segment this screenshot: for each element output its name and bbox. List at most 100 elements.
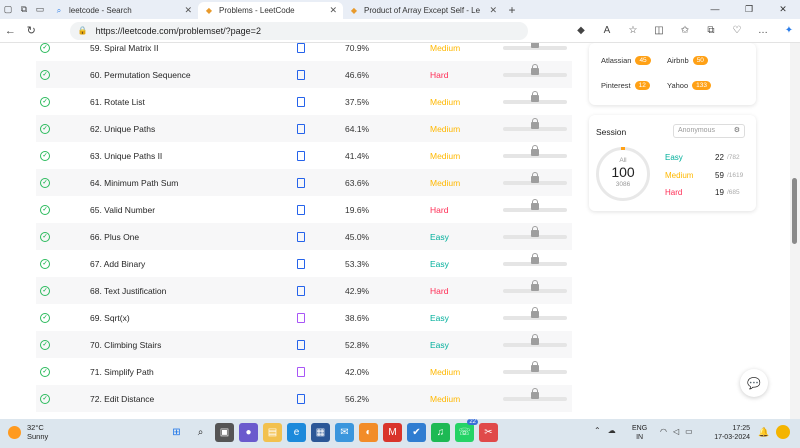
browser-essentials-icon[interactable]: ♡ (726, 25, 748, 36)
solution-article-icon[interactable] (297, 123, 305, 134)
problem-row[interactable]: ✓ 68. Text Justification 42.9% Hard (36, 277, 572, 304)
snipping-tool-icon[interactable]: ✂ (479, 423, 498, 442)
company-tag[interactable]: Pinterest 12 (601, 81, 650, 90)
problem-row[interactable]: ✓ 64. Minimum Path Sum 63.6% Medium (36, 169, 572, 196)
gear-icon[interactable]: ⚙ (734, 125, 740, 137)
vpn-icon[interactable]: ◐ (359, 423, 378, 442)
solution-article-icon[interactable] (297, 393, 305, 404)
problem-row[interactable]: ✓ 63. Unique Paths II 41.4% Medium (36, 142, 572, 169)
problem-row[interactable]: ✓ 67. Add Binary 53.3% Easy (36, 250, 572, 277)
problem-row[interactable]: ✓ 70. Climbing Stairs 52.8% Easy (36, 331, 572, 358)
solution-article-icon[interactable] (297, 285, 305, 296)
problem-title[interactable]: 62. Unique Paths (90, 124, 155, 134)
browser-tab[interactable]: ◆ Problems - LeetCode ✕ (198, 2, 343, 19)
feedback-chat-button[interactable]: 💬 (740, 369, 768, 397)
chevron-up-icon[interactable]: ⌃ (594, 426, 601, 435)
chat-app-icon[interactable]: ● (239, 423, 258, 442)
problem-title[interactable]: 72. Edit Distance (90, 394, 154, 404)
problem-row[interactable]: ✓ 69. Sqrt(x) 38.6% Easy (36, 304, 572, 331)
minimize-button[interactable]: — (698, 0, 732, 19)
url-field[interactable]: 🔒 https://leetcode.com/problemset/?page=… (69, 21, 528, 40)
close-tab-icon[interactable]: ✕ (329, 5, 337, 16)
problem-title[interactable]: 60. Permutation Sequence (90, 70, 191, 80)
problem-title[interactable]: 66. Plus One (90, 232, 139, 242)
problem-title[interactable]: 67. Add Binary (90, 259, 145, 269)
browser-tab[interactable]: ◆ Product of Array Except Self - Le ✕ (343, 2, 503, 19)
problem-title[interactable]: 61. Rotate List (90, 97, 145, 107)
back-icon[interactable]: ← (0, 25, 21, 37)
problem-row[interactable]: ✓ 59. Spiral Matrix II 70.9% Medium (36, 43, 572, 61)
read-aloud-icon[interactable]: A (596, 25, 618, 36)
solution-article-icon[interactable] (297, 231, 305, 242)
problem-title[interactable]: 70. Climbing Stairs (90, 340, 161, 350)
mail-icon[interactable]: ✉ (335, 423, 354, 442)
video-solution-icon[interactable] (297, 366, 305, 377)
search-icon[interactable]: ⌕ (191, 423, 210, 442)
file-explorer-icon[interactable]: ▤ (263, 423, 282, 442)
problem-row[interactable]: ✓ 66. Plus One 45.0% Easy (36, 223, 572, 250)
battery-icon[interactable]: ▭ (685, 427, 693, 436)
edge-icon[interactable]: e (287, 423, 306, 442)
company-tag[interactable]: Atlassian 45 (601, 56, 651, 65)
problem-title[interactable]: 63. Unique Paths II (90, 151, 162, 161)
problem-title[interactable]: 68. Text Justification (90, 286, 166, 296)
scrollbar-thumb[interactable] (792, 178, 797, 244)
close-window-button[interactable]: ✕ (766, 0, 800, 19)
problem-title[interactable]: 65. Valid Number (90, 205, 155, 215)
language-indicator[interactable]: ENG IN (632, 424, 647, 442)
bell-icon[interactable]: 🔔 (758, 427, 769, 438)
problem-row[interactable]: ✓ 60. Permutation Sequence 46.6% Hard (36, 61, 572, 88)
maximize-button[interactable]: ❐ (732, 0, 766, 19)
todo-icon[interactable]: ✔ (407, 423, 426, 442)
solution-article-icon[interactable] (297, 69, 305, 80)
split-screen-icon[interactable]: ◫ (648, 25, 670, 36)
solution-article-icon[interactable] (297, 339, 305, 350)
volume-icon[interactable]: ◁ (673, 427, 679, 436)
store-icon[interactable]: ▦ (311, 423, 330, 442)
browser-tab[interactable]: ⌕ leetcode - Search ✕ (48, 2, 198, 19)
cloud-icon[interactable]: ☁ (608, 426, 616, 435)
company-tag[interactable]: Yahoo 133 (667, 81, 711, 90)
collections-icon[interactable]: ⧉ (700, 25, 722, 36)
new-tab-button[interactable]: + (503, 3, 521, 17)
spotify-icon[interactable]: ♫ (431, 423, 450, 442)
notification-badge: 22 (467, 419, 478, 425)
tab-actions-icon[interactable]: ▭ (32, 0, 48, 19)
video-solution-icon[interactable] (297, 312, 305, 323)
copilot-icon[interactable]: ✦ (778, 25, 800, 36)
problem-row[interactable]: ✓ 71. Simplify Path 42.0% Medium (36, 358, 572, 385)
favorite-icon[interactable]: ☆ (622, 25, 644, 36)
problem-row[interactable]: ✓ 62. Unique Paths 64.1% Medium (36, 115, 572, 142)
solution-article-icon[interactable] (297, 96, 305, 107)
workspaces-icon[interactable]: ⧉ (16, 0, 32, 19)
problem-title[interactable]: 59. Spiral Matrix II (90, 43, 159, 53)
problem-row[interactable]: ✓ 61. Rotate List 37.5% Medium (36, 88, 572, 115)
problem-title[interactable]: 69. Sqrt(x) (90, 313, 130, 323)
profile-icon[interactable]: ▢ (0, 0, 16, 19)
problem-row[interactable]: ✓ 72. Edit Distance 56.2% Medium (36, 385, 572, 412)
start-icon[interactable]: ⊞ (167, 423, 186, 442)
refresh-icon[interactable]: ↻ (21, 24, 42, 37)
task-view-icon[interactable]: ▣ (215, 423, 234, 442)
company-tag[interactable]: Airbnb 50 (667, 56, 708, 65)
weather-widget[interactable]: 32°C Sunny (8, 423, 48, 441)
problem-title[interactable]: 64. Minimum Path Sum (90, 178, 178, 188)
solution-article-icon[interactable] (297, 177, 305, 188)
clock[interactable]: 17:25 17-03-2024 (710, 424, 750, 442)
problem-row[interactable]: ✓ 65. Valid Number 19.6% Hard (36, 196, 572, 223)
solution-article-icon[interactable] (297, 204, 305, 215)
solution-article-icon[interactable] (297, 43, 305, 53)
whatsapp-icon[interactable]: ☏ 22 (455, 419, 478, 442)
copilot-taskbar-icon[interactable] (776, 425, 790, 439)
close-tab-icon[interactable]: ✕ (489, 5, 497, 16)
problem-title[interactable]: 71. Simplify Path (90, 367, 154, 377)
settings-more-icon[interactable]: … (752, 25, 774, 36)
mcafee-icon[interactable]: M (383, 423, 402, 442)
solution-article-icon[interactable] (297, 258, 305, 269)
wifi-icon[interactable]: ◠ (660, 427, 667, 436)
extension-icon[interactable]: ◆ (570, 25, 592, 36)
solution-article-icon[interactable] (297, 150, 305, 161)
session-selector[interactable]: Anonymous ⚙ (673, 124, 745, 138)
favorites-icon[interactable]: ✩ (674, 25, 696, 36)
close-tab-icon[interactable]: ✕ (184, 5, 192, 16)
